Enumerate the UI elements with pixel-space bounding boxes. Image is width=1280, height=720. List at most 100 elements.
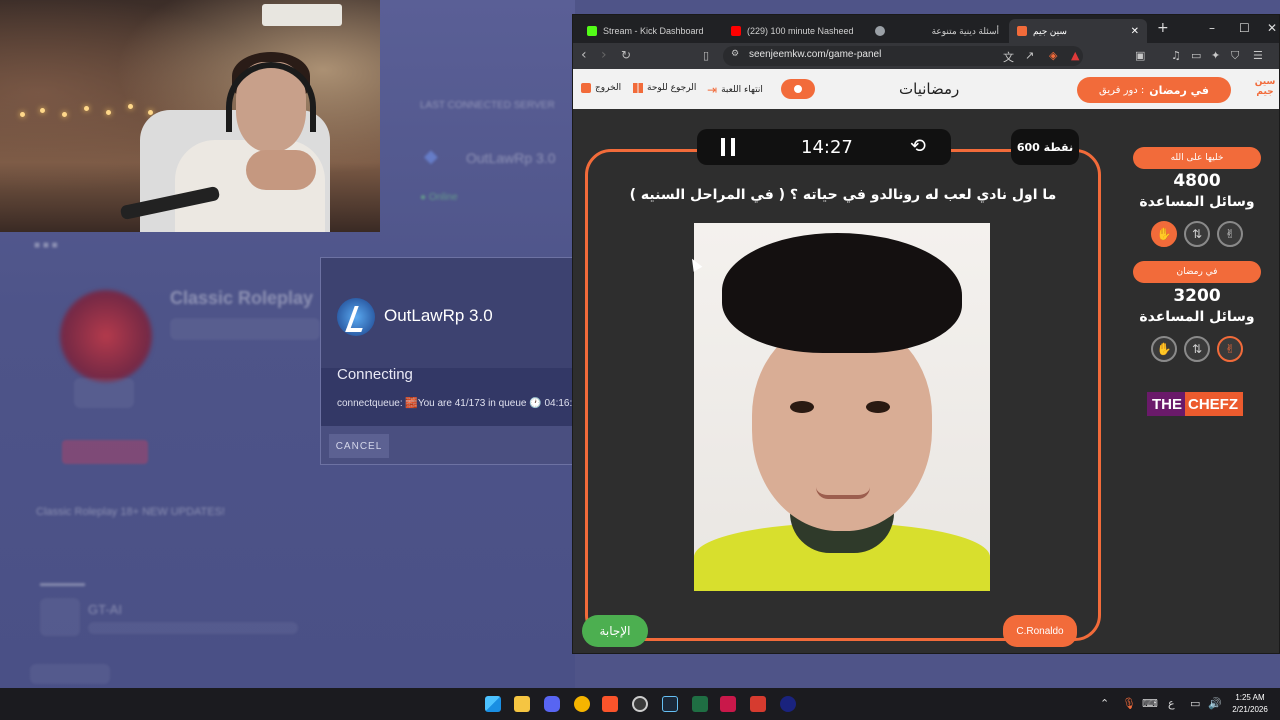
tab-close-icon[interactable]: ✕ [1131, 26, 1139, 37]
reset-timer-icon[interactable]: ⟲ [910, 135, 926, 157]
microphone-icon[interactable]: 🎙 [1122, 697, 1136, 710]
dialog-status: Connecting [337, 366, 413, 383]
turn-team-name: في رمضان [1149, 83, 1209, 97]
windows-start-icon[interactable] [485, 696, 501, 712]
turn-prefix: دور فريق : [1099, 84, 1145, 96]
swap-icon[interactable]: ⇅ [1184, 336, 1210, 362]
image-hair [722, 233, 962, 353]
site-info-icon[interactable]: ⚙ [731, 49, 739, 59]
timer-display: 14:27 [801, 137, 853, 158]
menu-icon[interactable]: ☰ [1253, 49, 1263, 62]
two-fingers-icon[interactable]: ✌ [1217, 336, 1243, 362]
translate-icon[interactable]: 文 [1003, 49, 1014, 65]
globe-icon [875, 26, 885, 36]
queue-status-text: connectqueue: 🧱You are 41/173 in queue 🕐… [337, 398, 575, 409]
seen-jeem-icon [1017, 26, 1027, 36]
team-2-helps-label: وسائل المساعدة [1139, 309, 1255, 325]
bg-server-icon: ◆ [424, 146, 438, 166]
back-to-board-link[interactable]: الرجوع للوحة [633, 83, 696, 93]
timer-bar: 14:27 ⟲ [697, 129, 951, 165]
file-explorer-icon[interactable] [514, 696, 530, 712]
bookmark-icon[interactable]: ▯ [703, 49, 709, 62]
volume-icon[interactable]: 🔊 [1208, 697, 1222, 710]
hand-stop-icon[interactable]: ✋ [1151, 336, 1177, 362]
team-2-help-row: ✋ ⇅ ✌ [1151, 336, 1251, 362]
excel-icon[interactable] [692, 696, 708, 712]
connecting-dialog: OutLawRp 3.0 Connecting connectqueue: 🧱Y… [320, 257, 575, 465]
category-title: رمضانيات [899, 80, 960, 98]
tab-youtube[interactable]: (229) 100 minute Nasheed [723, 19, 861, 43]
reload-icon[interactable]: ↻ [621, 48, 631, 62]
app-blue-icon[interactable] [780, 696, 796, 712]
keyboard-icon[interactable]: ⌨ [1142, 697, 1158, 710]
forward-icon[interactable]: › [601, 47, 607, 63]
brave-icon[interactable] [602, 696, 618, 712]
end-game-icon: ⇥ [707, 83, 718, 97]
dialog-header: OutLawRp 3.0 [321, 258, 574, 368]
tray-overflow-icon[interactable]: ⌃ [1100, 697, 1109, 710]
minimize-button[interactable]: – [1209, 21, 1215, 35]
pause-icon[interactable] [721, 138, 735, 156]
brave-rewards-icon[interactable]: ▲ [1071, 49, 1079, 62]
sidebar-icon[interactable]: ▣ [1135, 49, 1145, 62]
network-icon[interactable]: ▭ [1190, 697, 1200, 710]
address-bar: ‹ › ↻ ▯ ⚙ seenjeemkw.com/game-panel 文 ↗ … [573, 43, 1279, 69]
valorant-icon[interactable] [720, 696, 736, 712]
teams-panel: خليها على الله 4800 وسائل المساعدة ✋ ⇅ ✌… [1129, 109, 1269, 653]
discord-icon[interactable] [544, 696, 560, 712]
taskbar: ⌃ 🎙 ⌨ ع ▭ 🔊 1:25 AM 2/21/2026 [0, 688, 1280, 720]
youtube-icon [731, 26, 741, 36]
exit-link[interactable]: الخروج [581, 83, 621, 93]
vpn-icon[interactable]: ⛉ [1231, 49, 1239, 63]
tab-label: Stream - Kick Dashboard [603, 26, 704, 36]
current-turn-badge: دور فريق : في رمضان [1077, 77, 1231, 103]
tab-label: سين جيم [1033, 25, 1067, 36]
settings-toggle[interactable] [781, 79, 815, 99]
tab-label: أسئلة دينية متنوعة [931, 25, 999, 36]
team-2-name: في رمضان [1133, 261, 1261, 283]
exit-icon [581, 83, 591, 93]
hand-stop-icon[interactable]: ✋ [1151, 221, 1177, 247]
cancel-button[interactable]: CANCEL [329, 434, 389, 458]
maximize-button[interactable]: ☐ [1239, 21, 1250, 35]
tab-seen-jeem[interactable]: سين جيم ✕ [1009, 19, 1147, 43]
answer-text[interactable]: C.Ronaldo [1003, 615, 1077, 647]
obs-icon[interactable] [632, 696, 648, 712]
back-icon[interactable]: ‹ [581, 47, 587, 63]
music-icon[interactable]: ♫ [1171, 49, 1181, 62]
brave-shield-icon[interactable]: ◈ [1049, 49, 1057, 62]
wallet-icon[interactable]: ▭ [1191, 49, 1201, 62]
close-window-button[interactable]: ✕ [1267, 21, 1277, 35]
app-icon[interactable] [574, 696, 590, 712]
bg-list-header: ▬▬▬▬▬ [40, 578, 85, 588]
clock-time: 1:25 AM [1235, 693, 1265, 702]
steam-icon[interactable] [662, 696, 678, 712]
tab-religious-questions[interactable]: أسئلة دينية متنوعة [867, 19, 1007, 43]
bg-list-item-title: GT-AI [88, 602, 122, 617]
url-text[interactable]: seenjeemkw.com/game-panel [749, 49, 881, 60]
swap-icon[interactable]: ⇅ [1184, 221, 1210, 247]
tab-kick-dashboard[interactable]: Stream - Kick Dashboard [579, 19, 717, 43]
exit-label: الخروج [595, 83, 622, 93]
webcam-overlay [0, 0, 380, 232]
bg-online-indicator: ● Online [420, 192, 458, 203]
new-tab-button[interactable]: + [1157, 20, 1169, 36]
image-eye-right [866, 401, 890, 413]
end-game-link[interactable]: ⇥ انتهاء اللعبة [707, 83, 763, 97]
question-text: ما اول نادي لعب له رونالدو في حياته ؟ ( … [629, 187, 1057, 203]
kick-icon [587, 26, 597, 36]
share-icon[interactable]: ↗ [1025, 49, 1034, 62]
seen-jeem-logo: سين جيم [1254, 77, 1276, 97]
bg-section-label: ■ ■ ■ [34, 240, 58, 251]
show-answer-button[interactable]: الإجابة [582, 615, 648, 647]
team-1-helps-label: وسائل المساعدة [1139, 194, 1255, 210]
question-points: 600 نقطة [1011, 129, 1079, 165]
two-fingers-icon[interactable]: ✌ [1217, 221, 1243, 247]
browser-window: Stream - Kick Dashboard (229) 100 minute… [572, 14, 1280, 654]
language-indicator[interactable]: ع [1168, 697, 1175, 710]
image-eye-left [790, 401, 814, 413]
system-clock[interactable]: 1:25 AM 2/21/2026 [1224, 692, 1276, 716]
back-to-board-label: الرجوع للوحة [647, 83, 697, 93]
app-red-icon[interactable] [750, 696, 766, 712]
extensions-icon[interactable]: ✦ [1211, 49, 1220, 62]
